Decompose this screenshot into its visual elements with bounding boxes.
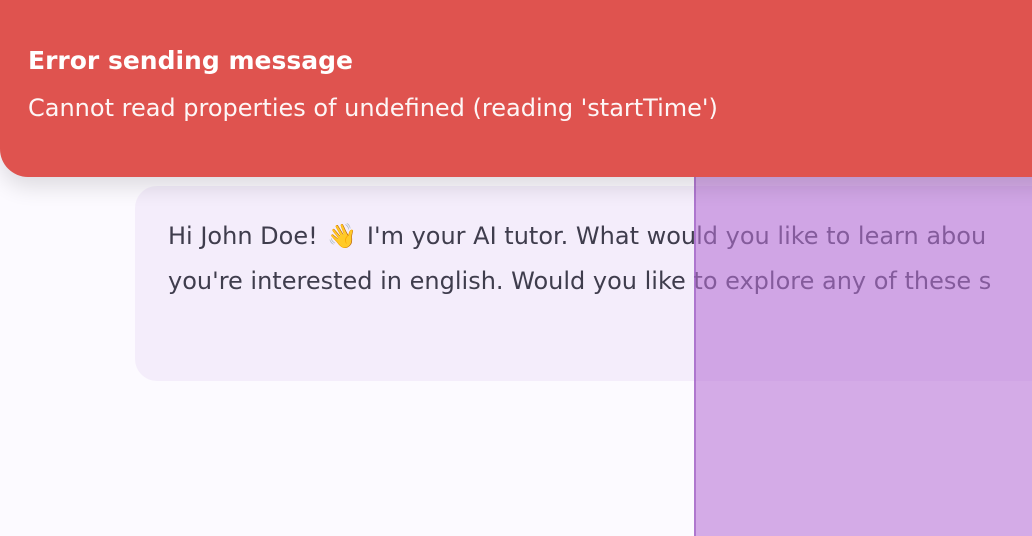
chat-page: Hi John Doe! 👋 I'm your AI tutor. What w… (0, 0, 1032, 536)
toast-error-message: Cannot read properties of undefined (rea… (28, 94, 718, 122)
error-toast[interactable]: Error sending message Cannot read proper… (0, 0, 1032, 177)
purple-overlay-panel[interactable] (694, 170, 1032, 536)
greeting-text: Hi John Doe! (168, 222, 318, 250)
toast-title: Error sending message (28, 46, 353, 75)
waving-hand-icon: 👋 (327, 222, 358, 250)
